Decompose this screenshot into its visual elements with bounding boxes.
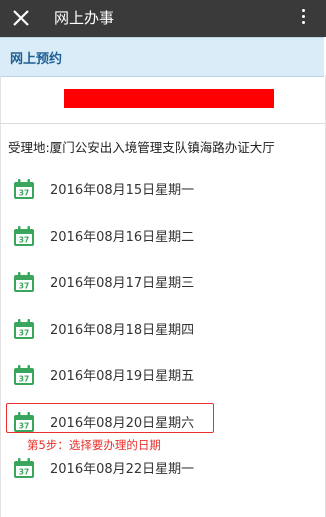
highlight-box	[6, 403, 214, 433]
date-label: 2016年08月17日星期三	[50, 276, 195, 291]
calendar-icon: 37	[14, 225, 34, 246]
close-icon[interactable]	[12, 7, 30, 29]
svg-text:37: 37	[19, 189, 29, 198]
date-item[interactable]: 37 2016年08月18日星期四	[0, 305, 326, 352]
date-label: 2016年08月22日星期一	[50, 462, 195, 477]
top-bar: 网上办事	[0, 0, 326, 37]
calendar-icon: 37	[14, 365, 34, 385]
section-title: 网上预约	[10, 52, 63, 67]
date-label: 2016年08月16日星期二	[50, 229, 195, 245]
calendar-icon: 37	[14, 458, 34, 478]
divider	[0, 123, 326, 124]
appointment-screen: 网上办事 网上预约 受理地:厦门公安出入境管理支队镇海路办证大厅 37 2016年…	[0, 0, 326, 517]
date-item[interactable]: 37 2016年08月19日星期五	[0, 352, 326, 398]
svg-text:37: 37	[19, 375, 29, 384]
calendar-icon: 37	[14, 318, 34, 339]
step-annotation: 第5步：选择要办理的日期	[27, 438, 161, 452]
location-label: 受理地:厦门公安出入境管理支队镇海路办证大厅	[8, 140, 275, 155]
date-item[interactable]: 37 2016年08月17日星期三	[0, 259, 326, 305]
calendar-icon: 37	[14, 179, 34, 199]
calendar-icon: 37	[14, 272, 34, 292]
date-label: 2016年08月19日星期五	[50, 369, 195, 384]
more-vertical-icon[interactable]	[298, 7, 308, 29]
date-label: 2016年08月18日星期四	[50, 322, 195, 338]
svg-text:37: 37	[19, 235, 29, 244]
page-title: 网上办事	[54, 9, 115, 27]
left-edge	[0, 75, 1, 517]
redaction-bar	[64, 89, 274, 108]
date-item[interactable]: 37 2016年08月16日星期二	[0, 212, 326, 259]
date-label: 2016年08月15日星期一	[50, 183, 195, 198]
svg-text:37: 37	[19, 328, 29, 337]
svg-text:37: 37	[19, 468, 29, 477]
date-item[interactable]: 37 2016年08月15日星期一	[0, 166, 326, 212]
section-header: 网上预约	[0, 37, 324, 77]
svg-text:37: 37	[19, 282, 29, 291]
